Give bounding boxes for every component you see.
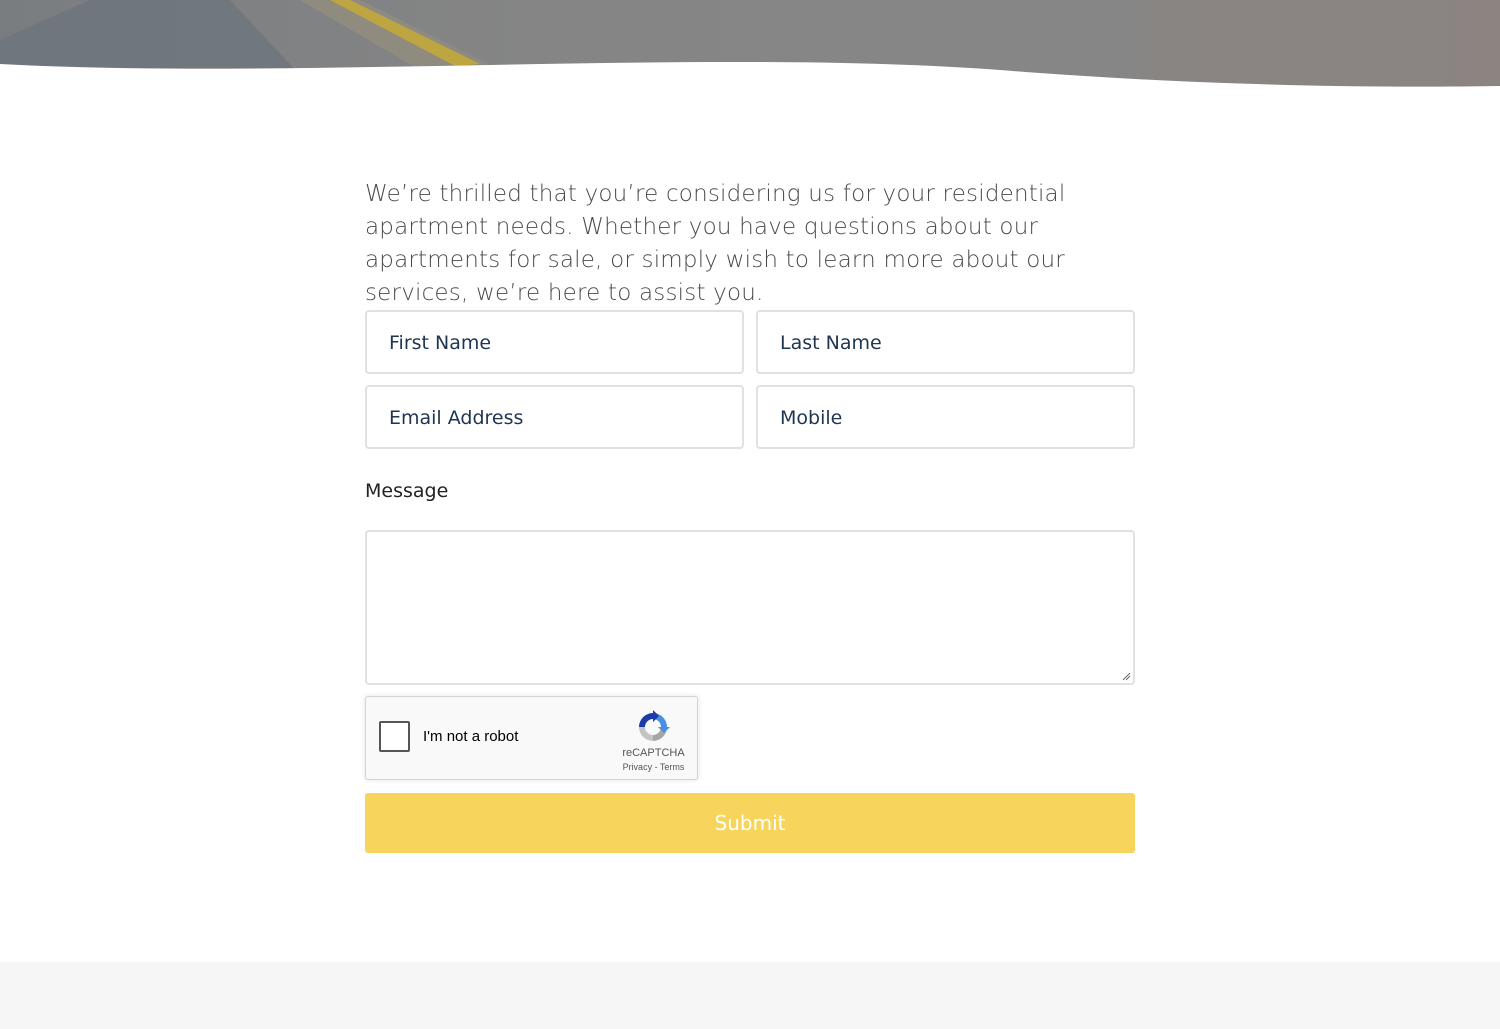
hero-image bbox=[0, 0, 1500, 92]
first-name-placeholder: First Name bbox=[389, 332, 492, 354]
intro-text: We’re thrilled that you’re considering u… bbox=[365, 181, 1066, 306]
message-label: Message bbox=[365, 480, 449, 502]
recaptcha-links: Privacy - Terms bbox=[606, 762, 701, 772]
recaptcha-logo-icon bbox=[639, 710, 670, 741]
last-name-placeholder: Last Name bbox=[780, 332, 882, 354]
hero-image-band bbox=[0, 0, 1500, 92]
mobile-input[interactable]: Mobile bbox=[756, 385, 1135, 449]
message-textarea[interactable] bbox=[365, 530, 1135, 685]
mobile-placeholder: Mobile bbox=[780, 407, 843, 429]
recaptcha-terms-link[interactable]: Terms bbox=[660, 762, 685, 772]
recaptcha-label: I'm not a robot bbox=[423, 728, 519, 745]
recaptcha-link-separator: - bbox=[652, 762, 660, 772]
footer-band bbox=[0, 962, 1500, 1029]
resize-grip-icon[interactable] bbox=[1122, 672, 1131, 681]
recaptcha-brand: reCAPTCHA bbox=[622, 747, 685, 759]
first-name-input[interactable]: First Name bbox=[365, 310, 744, 374]
recaptcha-widget: I'm not a robot reCAPTCHA Privacy - Term… bbox=[365, 696, 698, 780]
submit-button[interactable]: Submit bbox=[365, 793, 1135, 853]
recaptcha-privacy-link[interactable]: Privacy bbox=[623, 762, 653, 772]
recaptcha-checkbox[interactable] bbox=[379, 721, 410, 752]
email-input[interactable]: Email Address bbox=[365, 385, 744, 449]
last-name-input[interactable]: Last Name bbox=[756, 310, 1135, 374]
email-placeholder: Email Address bbox=[389, 407, 524, 429]
